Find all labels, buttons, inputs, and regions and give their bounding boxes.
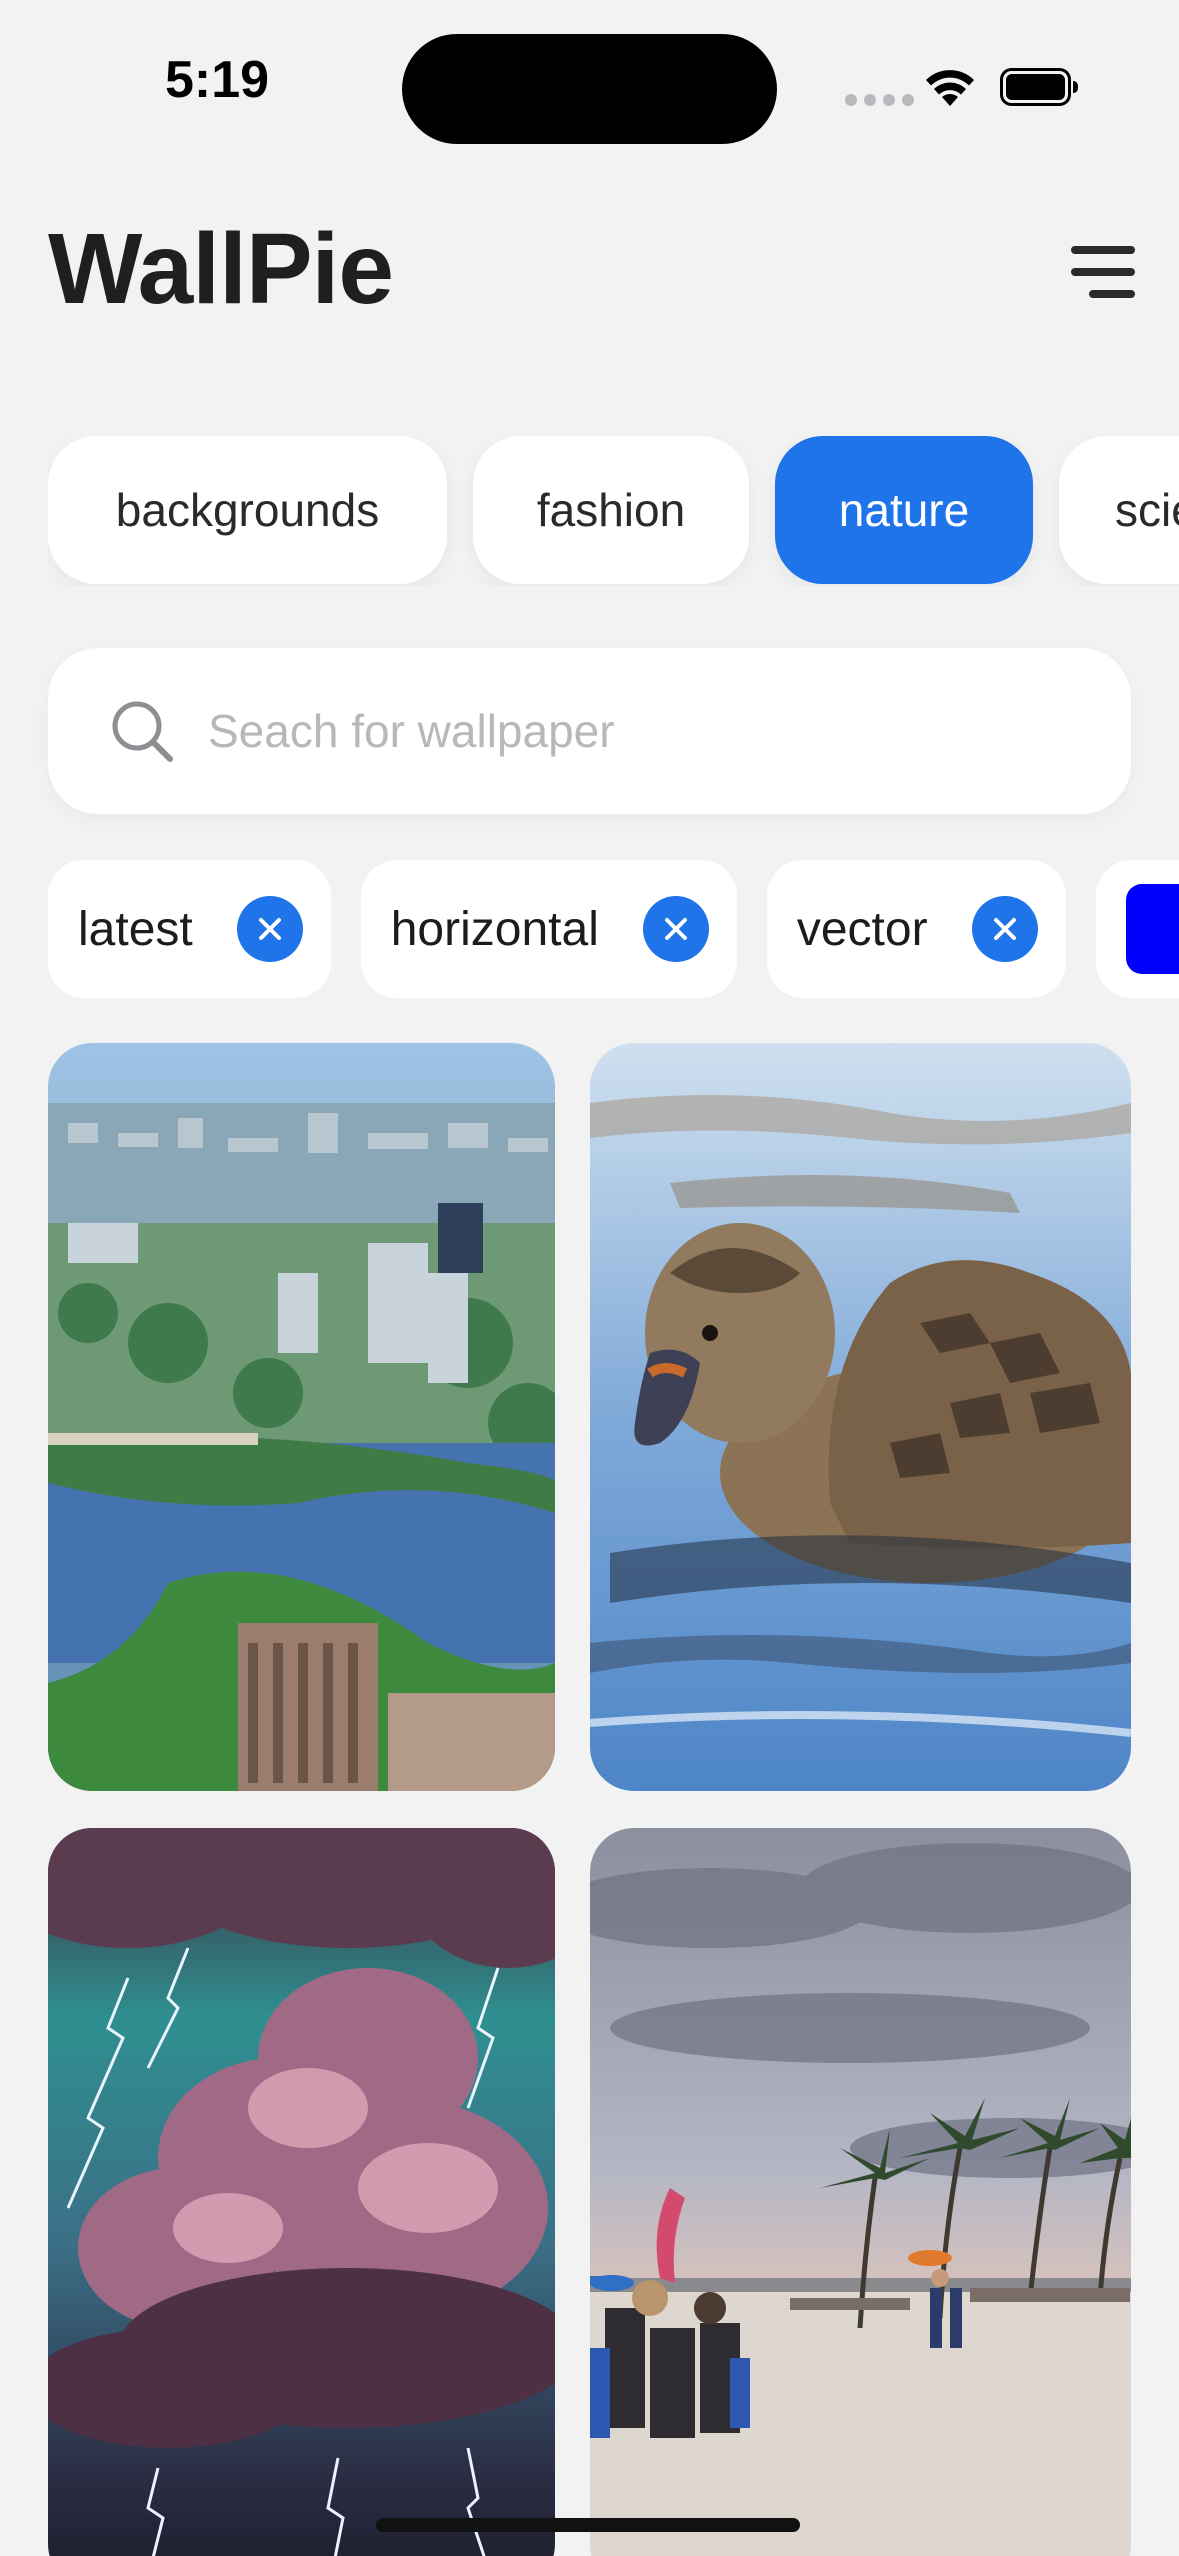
category-label: science <box>1115 484 1179 536</box>
search-icon <box>112 701 173 762</box>
filter-chip-vector: vector <box>766 860 1066 998</box>
category-chip-fashion[interactable]: fashion <box>473 436 749 584</box>
wifi-icon <box>926 70 974 106</box>
storm-image <box>48 1828 555 2556</box>
status-time: 5:19 <box>165 51 270 109</box>
app-title: WallPie <box>48 213 394 325</box>
duck-image <box>590 1043 1131 1791</box>
filter-chip-latest: latest <box>48 860 331 998</box>
city-image <box>48 1043 555 1791</box>
battery-icon <box>1000 68 1078 106</box>
category-label: nature <box>838 484 970 536</box>
dynamic-island <box>402 34 777 144</box>
remove-filter-icon[interactable] <box>971 896 1038 962</box>
category-chip-backgrounds[interactable]: backgrounds <box>48 436 447 584</box>
remove-filter-icon[interactable] <box>642 896 709 962</box>
search-input[interactable] <box>206 703 1090 759</box>
filter-label: horizontal <box>390 902 599 956</box>
category-chip-science[interactable]: science <box>1059 436 1179 584</box>
signal-dots-icon <box>845 94 914 106</box>
filter-chip-color[interactable] <box>1095 860 1179 998</box>
category-list: backgrounds fashion nature science <box>48 436 1179 586</box>
category-label: backgrounds <box>115 484 380 536</box>
wallpaper-photo-storm[interactable] <box>48 1828 555 2556</box>
active-filters: latest horizontal vector <box>48 860 1179 1000</box>
app-screen: 5:19 WallPie backgrounds fashion nature … <box>0 0 1179 2556</box>
wallpaper-photo-city[interactable] <box>48 1043 555 1791</box>
category-chip-nature[interactable]: nature <box>775 436 1033 584</box>
remove-filter-icon[interactable] <box>236 896 303 962</box>
search-bar[interactable] <box>48 648 1131 814</box>
wallpaper-photo-duck[interactable] <box>590 1043 1131 1791</box>
home-indicator <box>376 2518 800 2532</box>
wallpaper-photo-beach[interactable] <box>590 1828 1131 2556</box>
category-label: fashion <box>536 484 686 536</box>
hamburger-menu-icon[interactable] <box>1055 232 1135 312</box>
color-swatch <box>1125 884 1179 974</box>
status-bar: 5:19 <box>0 0 1179 170</box>
beach-image <box>590 1828 1131 2556</box>
filter-chip-horizontal: horizontal <box>360 860 737 998</box>
filter-label: vector <box>796 902 928 956</box>
filter-label: latest <box>78 902 193 956</box>
